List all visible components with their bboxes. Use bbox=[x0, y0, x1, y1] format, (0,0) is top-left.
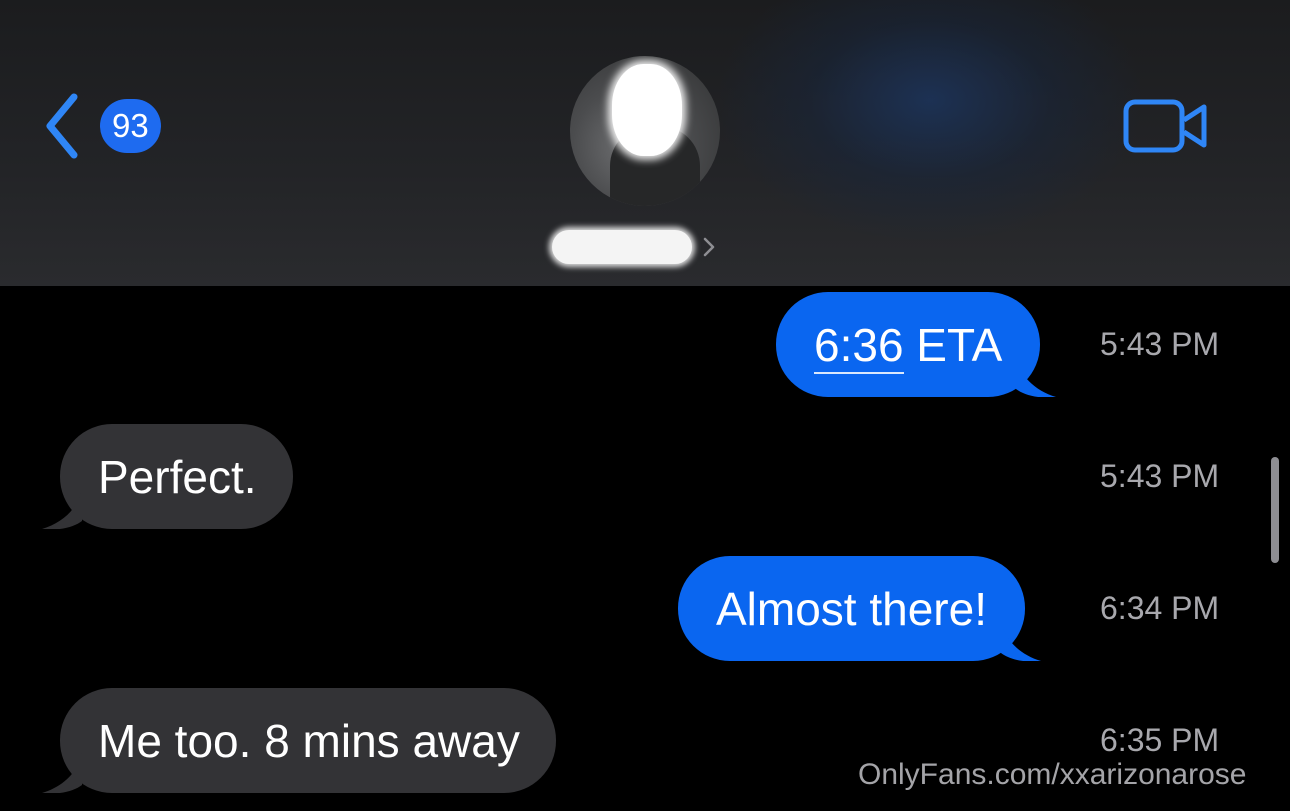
chevron-left-icon bbox=[46, 93, 78, 159]
bubble-tail bbox=[42, 753, 82, 793]
message-bubble-sent[interactable]: Almost there! bbox=[678, 556, 1041, 661]
scroll-indicator[interactable] bbox=[1271, 457, 1279, 563]
watermark: OnlyFans.com/xxarizonarose bbox=[858, 758, 1247, 791]
contact-name-button[interactable] bbox=[552, 222, 716, 272]
back-button[interactable]: 93 bbox=[40, 90, 190, 162]
contact-avatar[interactable] bbox=[570, 56, 720, 206]
message-text-rest: ETA bbox=[903, 318, 1003, 371]
message-timestamp: 5:43 PM bbox=[1100, 326, 1220, 362]
messages-screen: 93 6:36 ETA 5:43 PM Perfect. 5:43 PM Alm… bbox=[0, 0, 1290, 811]
avatar-redaction bbox=[612, 64, 682, 156]
message-bubble-received[interactable]: Perfect. bbox=[42, 424, 293, 529]
bubble-tail bbox=[1016, 357, 1057, 397]
chevron-right-icon bbox=[703, 237, 715, 257]
detected-time-link[interactable]: 6:36 bbox=[814, 318, 904, 374]
message-timestamp: 6:34 PM bbox=[1100, 590, 1220, 626]
message-bubble-sent[interactable]: 6:36 ETA bbox=[776, 292, 1057, 397]
message-text: Perfect. bbox=[98, 450, 257, 503]
bubble-tail bbox=[1001, 621, 1041, 661]
unread-count-badge: 93 bbox=[100, 99, 161, 153]
contact-name-redaction bbox=[552, 230, 692, 264]
message-text: 6:36 ETA bbox=[814, 318, 1003, 374]
bubble-tail bbox=[42, 489, 82, 529]
header-background-glow bbox=[720, 0, 1140, 240]
video-camera-icon[interactable] bbox=[1122, 96, 1210, 156]
message-timestamp: 6:35 PM bbox=[1100, 722, 1220, 758]
message-text: Almost there! bbox=[716, 582, 987, 635]
message-bubble-received[interactable]: Me too. 8 mins away bbox=[42, 688, 556, 793]
message-text: Me too. 8 mins away bbox=[98, 714, 520, 767]
conversation-header: 93 bbox=[0, 0, 1290, 286]
message-timestamp: 5:43 PM bbox=[1100, 458, 1220, 494]
